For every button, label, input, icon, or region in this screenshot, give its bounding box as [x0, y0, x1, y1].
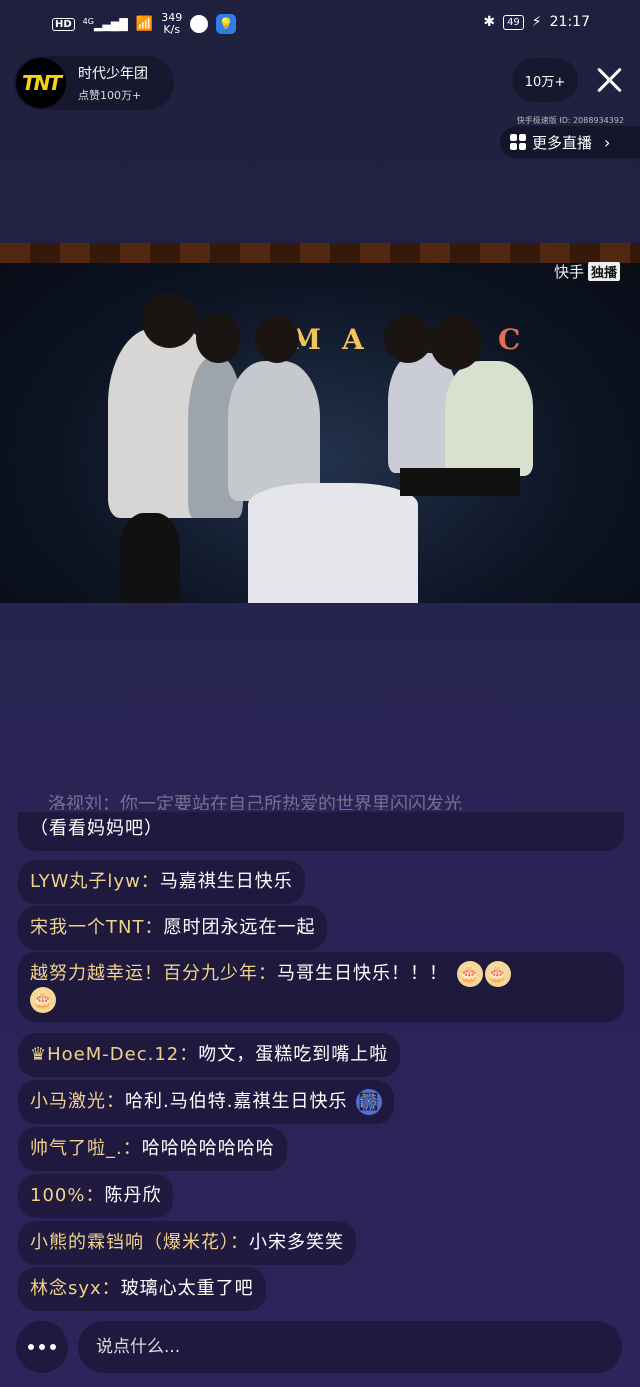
charging-icon: ⚡ — [531, 14, 542, 30]
dot-icon — [50, 1344, 56, 1350]
chat-username[interactable]: LYW丸子lyw： — [30, 871, 160, 892]
clock: 21:17 — [549, 14, 590, 30]
signal-icon: 4G▂▄▆█ — [82, 16, 128, 32]
chat-message-text: 哈哈哈哈哈哈哈 — [141, 1138, 275, 1159]
music-stand — [400, 468, 520, 496]
chat-message-text: 愿时团永远在一起 — [163, 917, 316, 938]
chat-message[interactable]: 100%：陈丹欣 — [18, 1174, 174, 1218]
anchor-name: 时代少年团 — [78, 66, 148, 82]
comment-input[interactable] — [78, 1321, 622, 1373]
more-options-button[interactable] — [16, 1321, 68, 1373]
chat-username[interactable]: 小熊的霖铛响（爆米花）： — [30, 1232, 249, 1253]
cake-emoji-icon: 🎂 — [484, 961, 511, 987]
chat-message[interactable]: LYW丸子lyw：马嘉祺生日快乐 — [18, 860, 305, 904]
chat-message[interactable]: 宋我一个TNT：愿时团永远在一起 — [18, 906, 328, 950]
chat-message-text: 吻文，蛋糕吃到嘴上啦 — [198, 1044, 389, 1065]
watermark-app: 快手 — [553, 263, 584, 281]
close-icon[interactable] — [592, 62, 628, 98]
performer-head — [142, 293, 197, 348]
anchor-card[interactable]: TNT 时代少年团 点赞100万+ — [14, 56, 174, 110]
dot-icon — [28, 1344, 34, 1350]
chat-message-text: 小宋多笑笑 — [249, 1232, 344, 1253]
stage-letter: C — [498, 323, 521, 356]
bulb-icon: 💡 — [216, 14, 237, 34]
more-live-button[interactable]: 更多直播 › — [500, 126, 640, 158]
viewer-count[interactable]: 10万+ — [512, 58, 578, 102]
chat-username[interactable]: 林念syx： — [30, 1278, 121, 1299]
app-version-id: 快手极速版 ID: 2088934392 — [516, 116, 624, 125]
chat-message[interactable]: ♛HoeM-Dec.12：吻文，蛋糕吃到嘴上啦 — [18, 1033, 401, 1077]
chat-message-text: （看看妈妈吧） — [30, 818, 163, 839]
wechat-icon — [190, 15, 209, 33]
more-live-label: 更多直播 — [532, 133, 593, 152]
grid-icon — [510, 134, 526, 150]
avatar[interactable]: TNT — [16, 58, 66, 108]
string-lights — [0, 243, 640, 263]
chat-faded-message: 洛视刘：你一定要站在自己所热爱的世界里闪闪发光 — [48, 794, 462, 810]
anchor-likes: 点赞100万+ — [78, 89, 142, 102]
watermark-badge: 独播 — [587, 262, 620, 281]
battery-icon: 49 — [503, 14, 524, 30]
cake-emoji-icon: 🎂 — [30, 987, 56, 1013]
performer-head — [255, 315, 299, 363]
performer — [120, 513, 180, 603]
chat-username[interactable]: 100%： — [30, 1185, 104, 1206]
chat-message[interactable]: 越努力越幸运！百分九少年：马哥生日快乐！！！ 🎂 🎂 🎂 — [18, 952, 624, 1022]
chevron-right-icon: › — [604, 132, 611, 152]
chat-message[interactable]: 小熊的霖铛响（爆米花）：小宋多笑笑 — [18, 1221, 356, 1265]
chat-message[interactable]: 帅气了啦_.：哈哈哈哈哈哈哈 — [18, 1127, 287, 1171]
chat-message-text: 马嘉祺生日快乐 — [159, 871, 293, 892]
chat-username[interactable]: 帅气了啦_.： — [30, 1138, 142, 1159]
birthday-table — [248, 483, 418, 603]
performer-head — [430, 315, 482, 370]
chat-username[interactable]: 越努力越幸运！百分九少年： — [30, 963, 277, 984]
chat-message-text: 马哥生日快乐！！！ — [277, 963, 448, 984]
chat-message-text: 哈利.马伯特.嘉祺生日快乐 — [125, 1091, 348, 1112]
bluetooth-icon: ✱ — [483, 14, 496, 30]
stage-letter: A — [342, 323, 364, 356]
chat-username[interactable]: ♛HoeM-Dec.12： — [30, 1044, 198, 1065]
chat-message-text: 玻璃心太重了吧 — [120, 1278, 254, 1299]
chat-username[interactable]: 宋我一个TNT： — [30, 917, 163, 938]
chat-username[interactable]: 小马激光： — [30, 1091, 125, 1112]
chat-message-text: 陈丹欣 — [104, 1185, 162, 1206]
status-bar: HD 4G▂▄▆█ 📶 349 K/s 💡 ✱ 49 ⚡ 21:17 — [0, 0, 640, 48]
dot-icon — [39, 1344, 45, 1350]
watermark: 快手 独播 — [554, 261, 620, 282]
network-speed: 349 K/s — [161, 11, 183, 36]
chat-message[interactable]: （看看妈妈吧） — [18, 812, 624, 851]
performer — [445, 361, 533, 476]
performer — [228, 361, 320, 501]
wifi-icon: 📶 — [135, 16, 154, 32]
live-video[interactable]: 快手 独播 M A C — [0, 243, 640, 603]
performer-head — [196, 313, 241, 363]
chat-message[interactable]: 林念syx：玻璃心太重了吧 — [18, 1267, 266, 1311]
chat-message[interactable]: 小马激光：哈利.马伯特.嘉祺生日快乐 🎆 — [18, 1080, 395, 1124]
cake-emoji-icon: 🎂 — [456, 961, 483, 987]
performer-head — [384, 313, 432, 363]
firework-emoji-icon: 🎆 — [356, 1089, 383, 1115]
network-type: HD — [52, 17, 75, 31]
